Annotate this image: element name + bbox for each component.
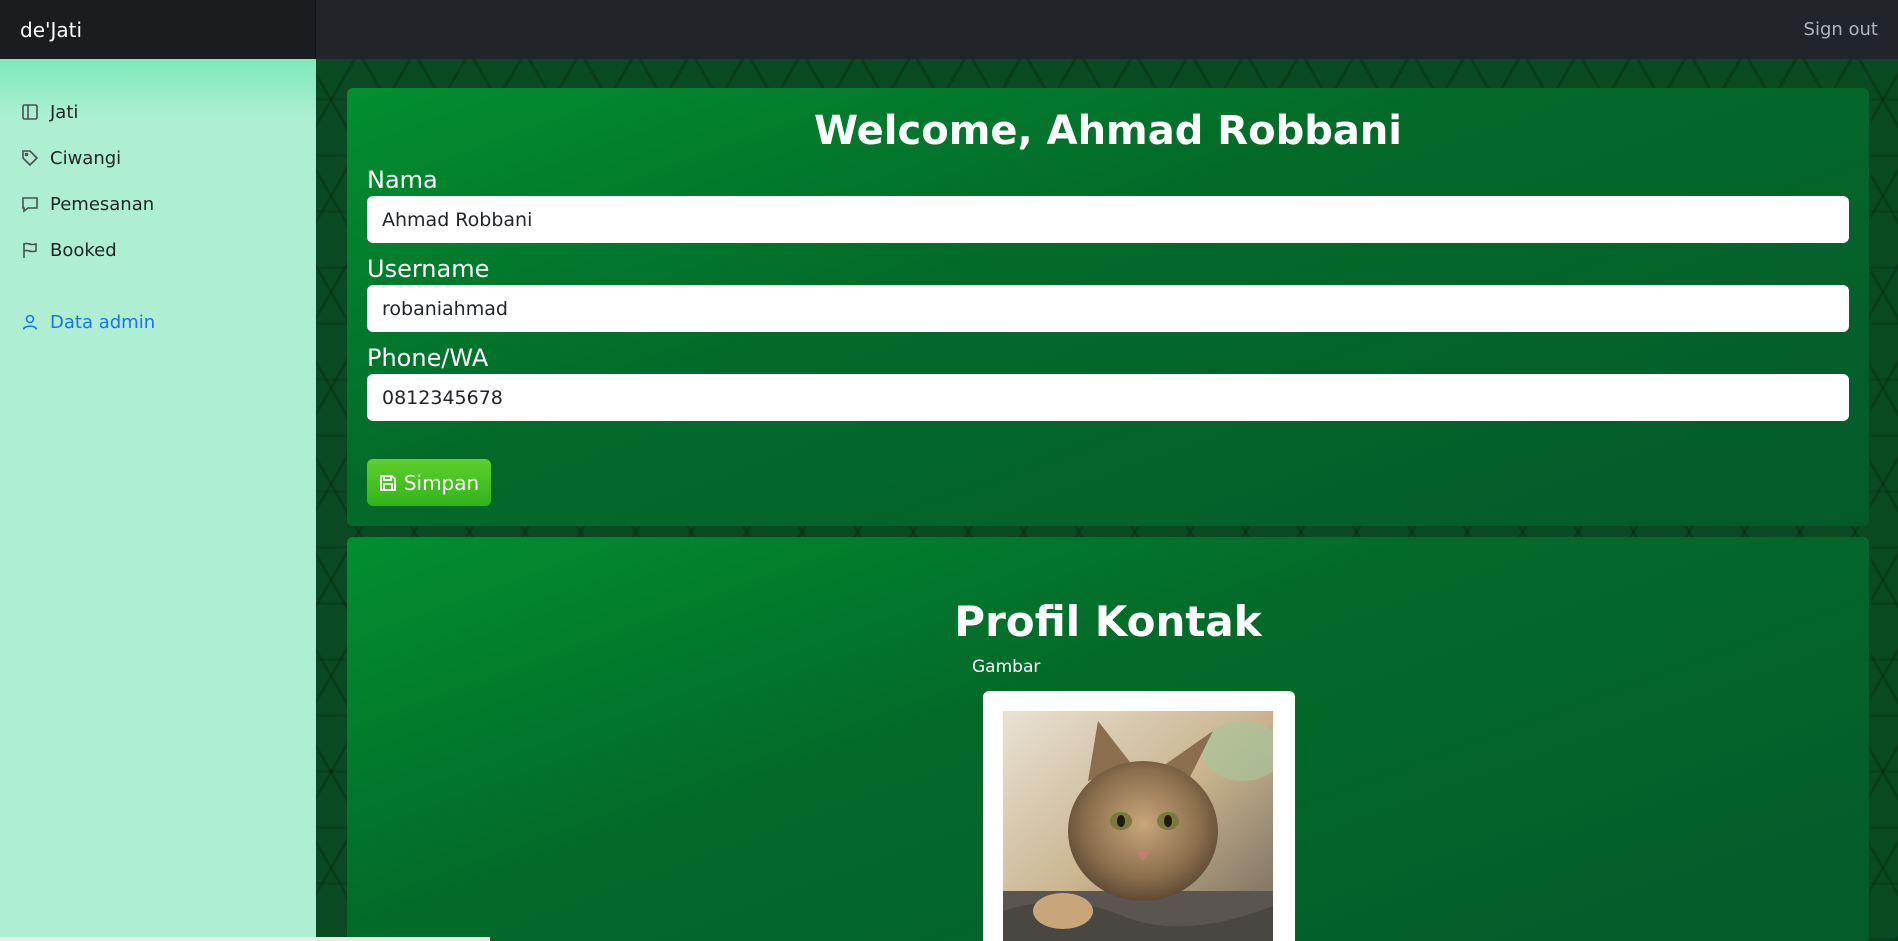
sidebar: Jati Ciwangi Pemesanan Booked Data admin: [0, 59, 316, 941]
sidebar-item-label: Booked: [50, 239, 117, 261]
user-icon: [20, 312, 40, 332]
sidebar-item-jati[interactable]: Jati: [0, 89, 316, 135]
sidebar-item-label: Jati: [50, 101, 79, 123]
sidebar-spacer: [0, 273, 316, 299]
nama-input[interactable]: [367, 196, 1849, 243]
tag-icon: [20, 148, 40, 168]
bottom-divider: [0, 937, 490, 941]
sidebar-item-label: Data admin: [50, 311, 156, 333]
top-navbar: de'Jati Sign out: [0, 0, 1898, 59]
profile-form-card: Welcome, Ahmad Robbani Nama Username Pho…: [347, 88, 1869, 526]
username-field-group: Username: [347, 253, 1869, 332]
save-label: Simpan: [403, 470, 480, 495]
sidebar-nav: Jati Ciwangi Pemesanan Booked Data admin: [0, 59, 316, 345]
sidebar-item-label: Pemesanan: [50, 193, 155, 215]
brand-logo[interactable]: de'Jati: [0, 0, 316, 59]
profile-contact-card: Profil Kontak Gambar: [347, 537, 1869, 941]
phone-field-group: Phone/WA: [347, 342, 1869, 421]
flag-icon: [20, 240, 40, 260]
sidebar-item-ciwangi[interactable]: Ciwangi: [0, 135, 316, 181]
sidebar-item-booked[interactable]: Booked: [0, 227, 316, 273]
save-button[interactable]: Simpan: [367, 459, 491, 506]
chat-icon: [20, 194, 40, 214]
save-icon: [379, 474, 396, 491]
sidebar-item-label: Ciwangi: [50, 147, 122, 169]
image-frame: [983, 691, 1295, 941]
image-label: Gambar: [972, 657, 1041, 677]
section-title: Profil Kontak: [954, 597, 1262, 646]
sidebar-item-data-admin[interactable]: Data admin: [0, 299, 316, 345]
sidebar-item-pemesanan[interactable]: Pemesanan: [0, 181, 316, 227]
main-content: Welcome, Ahmad Robbani Nama Username Pho…: [316, 59, 1898, 941]
phone-input[interactable]: [367, 374, 1849, 421]
nama-field-group: Nama: [347, 164, 1869, 243]
nama-label: Nama: [367, 166, 438, 194]
username-label: Username: [367, 255, 490, 283]
sign-out-link[interactable]: Sign out: [1804, 19, 1898, 40]
cat-photo[interactable]: [1003, 711, 1283, 941]
page-title: Welcome, Ahmad Robbani: [813, 108, 1403, 154]
layout-icon: [20, 102, 40, 122]
phone-label: Phone/WA: [367, 344, 489, 372]
username-input[interactable]: [367, 285, 1849, 332]
